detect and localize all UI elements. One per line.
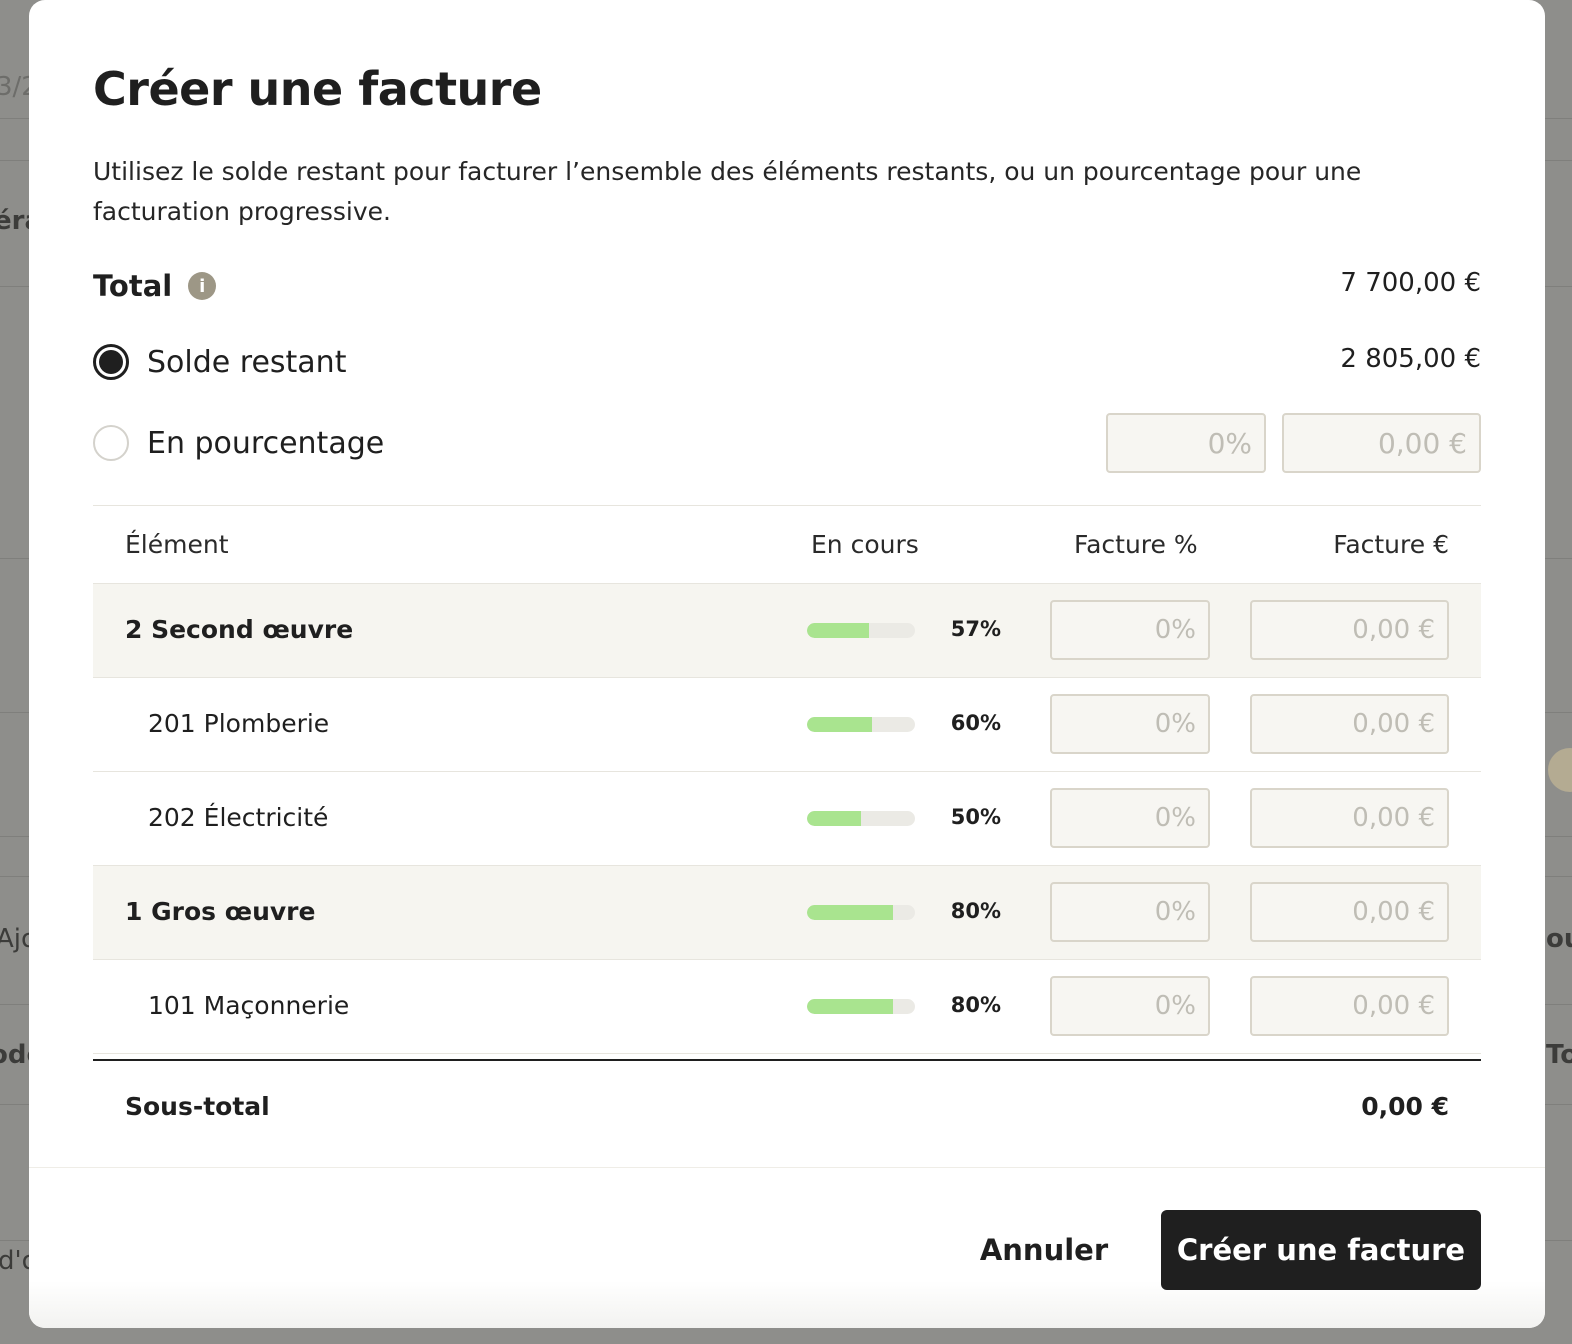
row-amount-input[interactable] [1250,788,1449,848]
table-row: 101 Maçonnerie 80% [93,960,1481,1054]
table-row: 2 Second œuvre 57% [93,584,1481,678]
total-value: 7 700,00 € [1340,268,1481,298]
column-header-progress: En cours [811,530,919,559]
progress-bar [807,623,915,638]
info-icon[interactable]: i [188,272,217,300]
section-divider [93,505,1481,506]
table-row: 202 Électricité 50% [93,772,1481,866]
row-percent-input[interactable] [1050,694,1210,754]
radio-remaining-balance[interactable] [93,344,129,380]
global-amount-input[interactable] [1282,413,1481,473]
option-percentage[interactable]: En pourcentage [93,423,1481,463]
progress-bar [807,811,915,826]
progress-bar-fill [807,811,861,826]
row-amount-input[interactable] [1250,694,1449,754]
column-header-invoice-amount: Facture € [1333,530,1449,559]
dialog-title: Créer une facture [93,62,542,116]
row-name: 202 Électricité [148,803,329,832]
row-amount-input[interactable] [1250,976,1449,1036]
column-header-invoice-percent: Facture % [1074,530,1198,559]
progress-bar-fill [807,717,872,732]
row-percent-input[interactable] [1050,976,1210,1036]
bg-text-fragment: ou [1546,924,1572,954]
row-name: 2 Second œuvre [125,615,354,644]
radio-percentage[interactable] [93,425,129,461]
progress-percent: 57% [950,617,1001,641]
progress-percent: 50% [950,805,1001,829]
row-percent-input[interactable] [1050,882,1210,942]
table-row: 1 Gros œuvre 80% [93,866,1481,960]
row-name: 1 Gros œuvre [125,897,316,926]
row-amount-input[interactable] [1250,882,1449,942]
progress-percent: 80% [950,899,1001,923]
progress-bar [807,905,915,920]
create-invoice-dialog: Créer une facture Utilisez le solde rest… [29,0,1545,1328]
remaining-balance-label: Solde restant [147,344,347,380]
subtotal-label: Sous-total [125,1092,270,1121]
progress-percent: 80% [950,993,1001,1017]
subtotal-divider [93,1059,1481,1061]
progress-bar-fill [807,623,869,638]
bg-text-fragment: Tot [1546,1040,1572,1070]
row-name: 101 Maçonnerie [148,991,350,1020]
remaining-balance-value: 2 805,00 € [1340,344,1481,374]
create-invoice-button[interactable]: Créer une facture [1161,1210,1481,1290]
total-row: Total i [93,266,1481,306]
row-name: 201 Plomberie [148,709,330,738]
progress-percent: 60% [950,711,1001,735]
percentage-label: En pourcentage [147,425,385,461]
table-row: 201 Plomberie 60% [93,678,1481,772]
row-percent-input[interactable] [1050,600,1210,660]
cancel-button[interactable]: Annuler [969,1210,1119,1290]
progress-bar-fill [807,905,894,920]
row-amount-input[interactable] [1250,600,1449,660]
progress-bar-fill [807,999,894,1014]
option-remaining-balance[interactable]: Solde restant [93,342,1481,382]
progress-bar [807,999,915,1014]
progress-bar [807,717,915,732]
row-percent-input[interactable] [1050,788,1210,848]
subtotal-value: 0,00 € [1361,1092,1449,1121]
column-header-element: Élément [125,530,229,559]
dialog-description: Utilisez le solde restant pour facturer … [93,157,1362,226]
total-label: Total [93,269,173,303]
global-percent-input[interactable] [1106,413,1266,473]
bg-avatar [1548,748,1572,792]
